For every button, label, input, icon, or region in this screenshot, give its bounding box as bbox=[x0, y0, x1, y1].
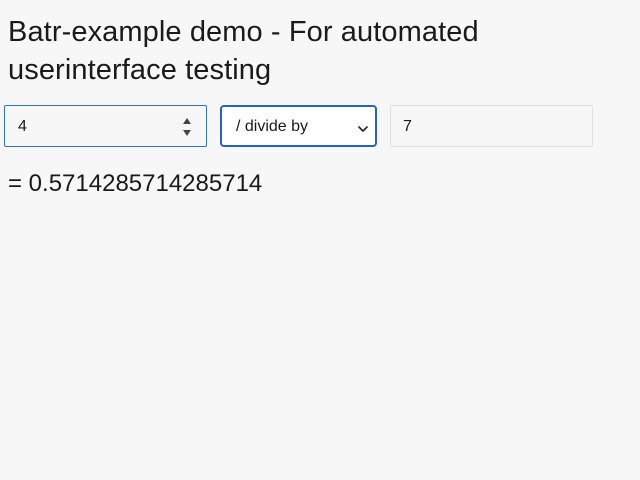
step-up-icon[interactable] bbox=[180, 116, 194, 126]
page-heading: Batr-example demo - For automated userin… bbox=[8, 16, 479, 86]
operand-a-input[interactable]: 4 bbox=[4, 105, 207, 147]
operand-b-value: 7 bbox=[403, 118, 412, 135]
result-text: = 0.5714285714285714 bbox=[8, 170, 263, 197]
chevron-down-icon bbox=[358, 121, 368, 132]
step-down-icon[interactable] bbox=[180, 128, 194, 138]
operand-b-input[interactable]: 7 bbox=[390, 105, 593, 147]
operator-select[interactable]: / divide by bbox=[220, 105, 377, 147]
number-stepper bbox=[180, 116, 194, 138]
operator-selected-value: / divide by bbox=[236, 118, 309, 135]
operand-a-value: 4 bbox=[18, 118, 27, 135]
